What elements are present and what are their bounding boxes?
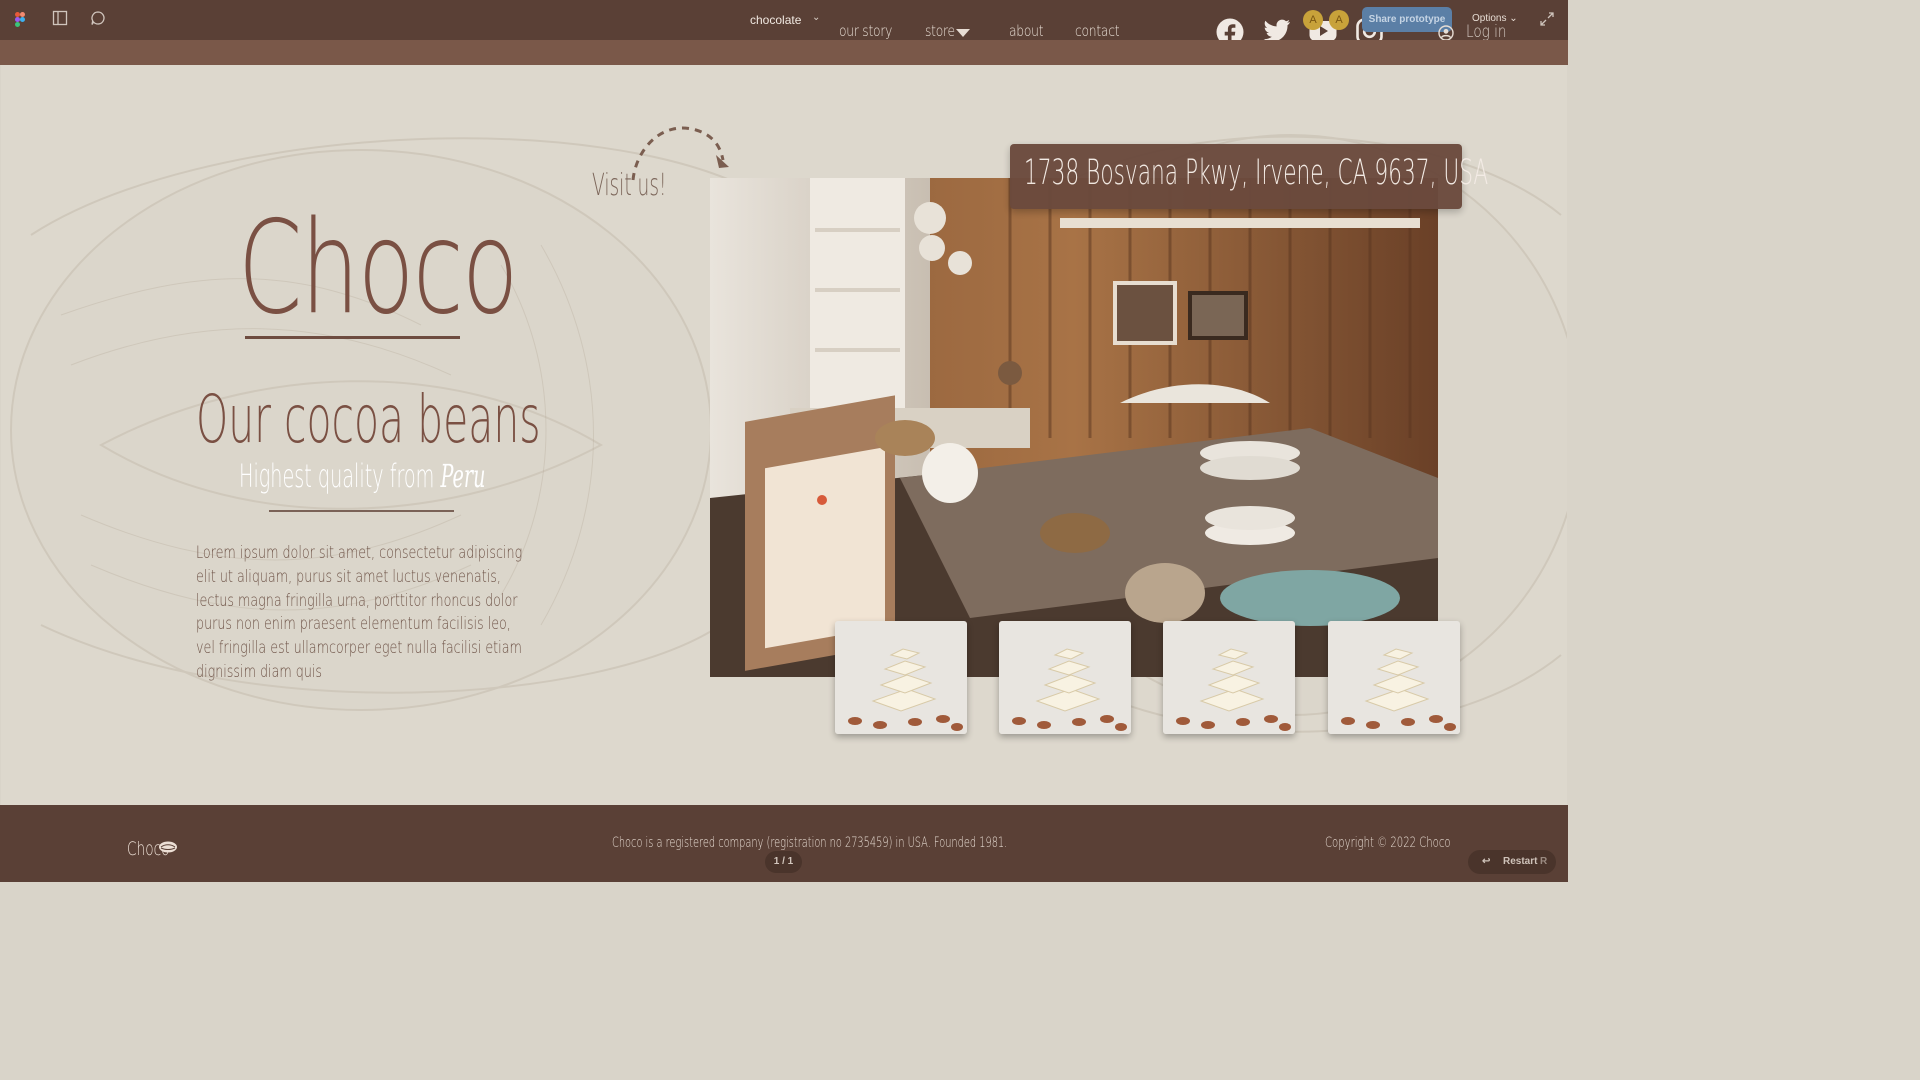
product-thumbnail[interactable]	[999, 621, 1131, 734]
site-footer: Choco Choco is a registered company (reg…	[0, 805, 1568, 882]
comment-icon[interactable]	[90, 10, 110, 30]
prototype-canvas: Visit us! Choco Our cocoa beans Highest …	[1, 65, 1567, 805]
store-photo	[710, 178, 1438, 677]
user-icon[interactable]	[1438, 25, 1454, 41]
company-note: Choco is a registered company (registrat…	[612, 835, 1008, 851]
figma-toolbar: chocolate ⌄ our story store about contac…	[0, 0, 1568, 46]
nav-store[interactable]: store	[925, 22, 955, 40]
fullscreen-icon[interactable]	[1540, 12, 1554, 26]
file-name[interactable]: chocolate	[750, 13, 801, 27]
copyright: Copyright © 2022 Choco	[1325, 835, 1451, 851]
page-indicator[interactable]: 1 / 1	[765, 851, 802, 873]
header-strip	[0, 40, 1568, 65]
restart-button[interactable]: ↩ Restart R	[1468, 850, 1556, 874]
restart-label: Restart	[1503, 856, 1538, 867]
subheading-place: Peru	[440, 457, 486, 495]
figma-logo-icon[interactable]	[12, 10, 32, 30]
divider	[269, 510, 454, 512]
subheading-prefix: Highest quality from	[239, 457, 435, 495]
title-underline	[245, 336, 460, 339]
cocoa-bean-icon	[159, 841, 177, 853]
store-dropdown-icon[interactable]	[955, 28, 971, 38]
product-thumbnail[interactable]	[1328, 621, 1460, 734]
product-thumbnail[interactable]	[1163, 621, 1295, 734]
nav-our-story[interactable]: our story	[839, 22, 892, 40]
product-thumbnail[interactable]	[835, 621, 967, 734]
section-heading: Our cocoa beans	[196, 381, 541, 458]
chevron-down-icon: ⌄	[1509, 13, 1518, 24]
nav-contact[interactable]: contact	[1075, 22, 1120, 40]
address-card: 1738 Bosvana Pkwy, Irvene, CA 9637, USA	[1010, 144, 1488, 209]
visit-us-label: Visit us!	[592, 168, 667, 203]
restart-shortcut: R	[1540, 856, 1548, 867]
login-link[interactable]: Log in	[1466, 22, 1507, 42]
nav-about[interactable]: about	[1009, 22, 1044, 40]
chevron-down-icon[interactable]: ⌄	[812, 12, 820, 23]
sidebar-toggle-icon[interactable]	[52, 10, 72, 30]
avatar[interactable]: A	[1329, 10, 1349, 30]
nav-store-label: store	[925, 22, 955, 40]
section-subheading: Highest quality from Peru	[239, 460, 485, 492]
store-address: 1738 Bosvana Pkwy, Irvene, CA 9637, USA	[1024, 153, 1489, 193]
restart-arrow-icon: ↩	[1482, 856, 1491, 867]
brand-title: Choco	[238, 194, 518, 343]
body-text: Lorem ipsum dolor sit amet, consectetur …	[196, 543, 523, 681]
avatar[interactable]: A	[1303, 10, 1323, 30]
